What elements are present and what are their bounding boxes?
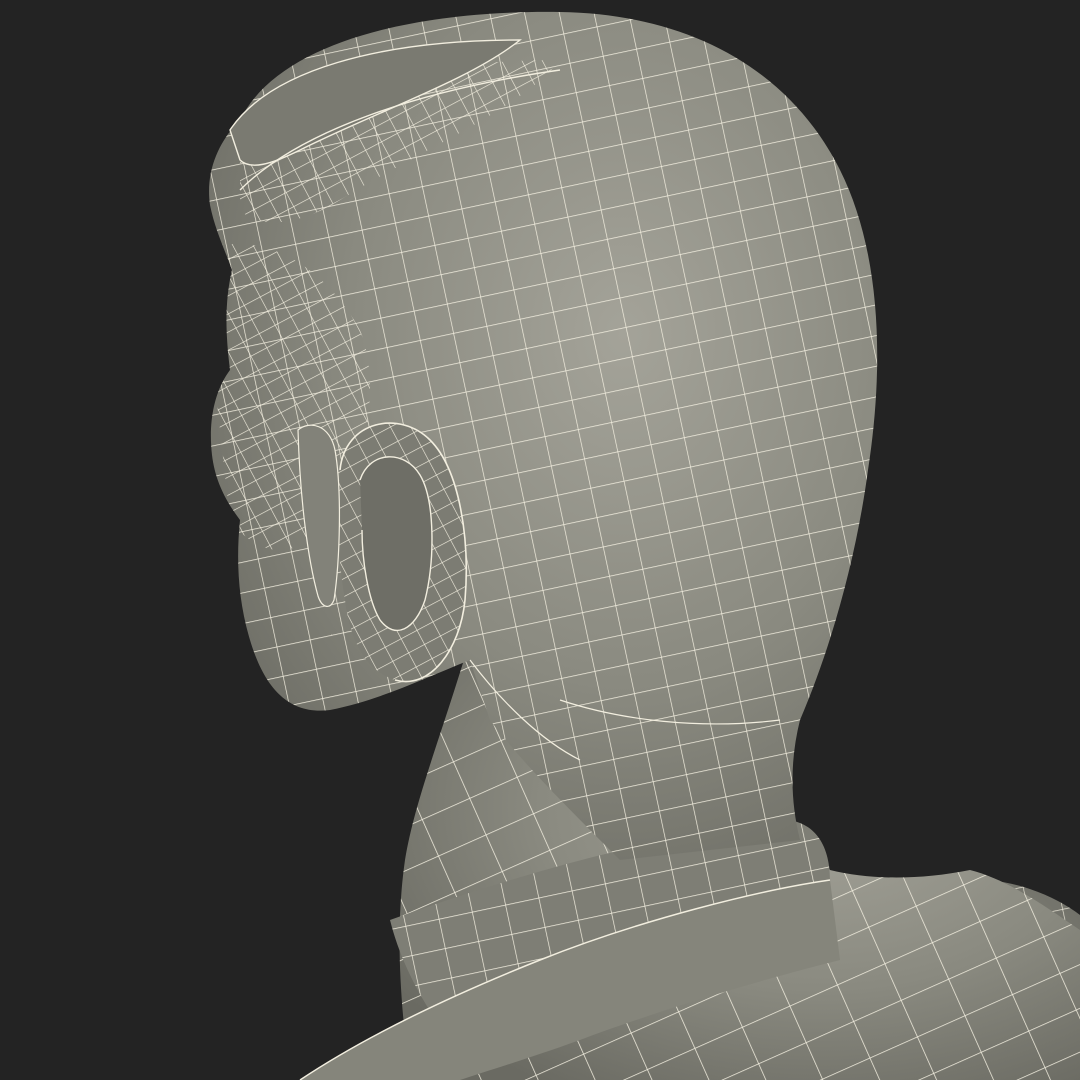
wireframe-render xyxy=(0,0,1080,1080)
viewport xyxy=(0,0,1080,1080)
